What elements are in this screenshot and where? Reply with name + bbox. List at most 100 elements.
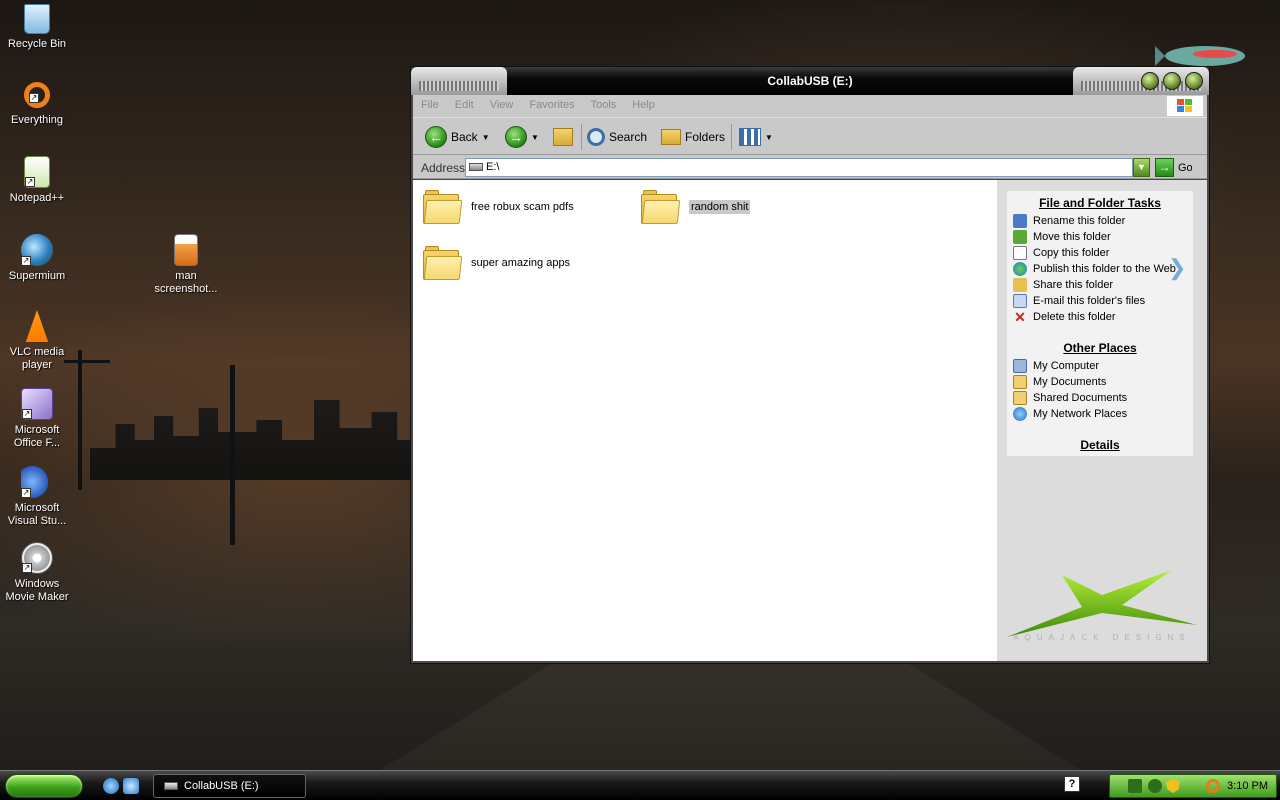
next-arrow-icon: ❯	[1168, 255, 1187, 280]
fish-decoration	[1155, 46, 1245, 66]
title-bar[interactable]: CollabUSB (E:)	[411, 67, 1209, 95]
tray-search-icon[interactable]	[1206, 779, 1220, 793]
details-title[interactable]: Details	[1007, 438, 1193, 452]
tray-shield-icon[interactable]	[1166, 779, 1180, 793]
address-bar: Address E:\ ▼ → Go	[413, 155, 1207, 179]
back-button[interactable]: ← Back ▼	[425, 124, 490, 150]
image-file-icon	[174, 234, 198, 266]
system-tray: 3:10 PM	[1109, 774, 1277, 798]
other-places-title[interactable]: Other Places	[1007, 341, 1193, 355]
forward-dropdown-icon[interactable]: ▼	[531, 133, 539, 142]
address-input[interactable]: E:\	[465, 158, 1133, 177]
task-move-folder[interactable]: Move this folder	[1007, 229, 1193, 245]
forward-arrow-icon: →	[505, 126, 527, 148]
desktop-icon-vlc[interactable]: VLC media player	[0, 310, 74, 372]
folders-button[interactable]: Folders	[661, 124, 725, 150]
task-email-files[interactable]: E-mail this folder's files	[1007, 293, 1193, 309]
start-button[interactable]	[5, 774, 83, 798]
taskbar-clock[interactable]: 3:10 PM	[1227, 780, 1268, 792]
folder-item[interactable]: free robux scam pdfs	[423, 190, 574, 224]
folder-icon	[423, 246, 463, 280]
back-arrow-icon: ←	[425, 126, 447, 148]
back-dropdown-icon[interactable]: ▼	[482, 133, 490, 142]
address-dropdown-button[interactable]: ▼	[1133, 158, 1150, 177]
desktop-icon-man-screenshot[interactable]: man screenshot...	[149, 234, 223, 296]
views-button[interactable]: ▼	[739, 124, 773, 150]
network-places-icon	[1013, 407, 1027, 421]
views-icon	[739, 128, 761, 146]
drive-icon	[469, 163, 483, 171]
taskbar-button-collabusb[interactable]: CollabUSB (E:)	[153, 774, 306, 798]
everything-search-icon: ↗	[24, 82, 50, 108]
go-arrow-icon: →	[1155, 158, 1174, 177]
help-icon[interactable]: ?	[1064, 776, 1080, 792]
office-icon: ↗	[21, 388, 53, 420]
desktop-icon-notepadpp[interactable]: ↗ Notepad++	[0, 156, 74, 205]
toolbar: ← Back ▼ → ▼ Search Folders ▼	[413, 117, 1207, 155]
folder-item-selected[interactable]: random shit	[641, 190, 751, 224]
file-list-pane[interactable]: free robux scam pdfs random shit super a…	[413, 180, 997, 661]
toolbar-separator	[581, 124, 582, 150]
desktop-icon-supermium[interactable]: ↗ Supermium	[0, 234, 74, 283]
drive-icon	[164, 782, 178, 790]
menu-edit[interactable]: Edit	[447, 95, 482, 115]
taskbar: CollabUSB (E:) 3:10 PM	[0, 770, 1280, 800]
rename-icon	[1013, 214, 1027, 228]
forward-button[interactable]: → ▼	[505, 124, 539, 150]
place-network-places[interactable]: My Network Places	[1007, 406, 1193, 422]
notepadpp-icon: ↗	[24, 156, 50, 188]
my-documents-icon	[1013, 375, 1027, 389]
window-title: CollabUSB (E:)	[767, 74, 853, 88]
address-label: Address	[421, 161, 466, 175]
up-folder-button[interactable]	[553, 124, 573, 150]
menu-help[interactable]: Help	[624, 95, 663, 115]
folder-label: super amazing apps	[471, 257, 571, 269]
share-icon	[1013, 278, 1027, 292]
wallpaper-city-silhouette	[90, 400, 410, 480]
publish-web-icon	[1013, 262, 1027, 276]
folder-label: free robux scam pdfs	[471, 201, 574, 213]
email-icon	[1013, 294, 1027, 308]
menu-file[interactable]: File	[413, 95, 447, 115]
folder-item[interactable]: super amazing apps	[423, 246, 570, 280]
watermark-text: AQUAJACK DESIGNS	[1013, 633, 1191, 642]
task-publish-web[interactable]: Publish this folder to the Web	[1007, 261, 1193, 277]
menu-view[interactable]: View	[482, 95, 522, 115]
menu-bar: File Edit View Favorites Tools Help	[413, 95, 1207, 117]
task-delete-folder[interactable]: ✕ Delete this folder	[1007, 309, 1193, 325]
place-my-computer[interactable]: My Computer	[1007, 358, 1193, 374]
folder-icon	[641, 190, 681, 224]
place-my-documents[interactable]: My Documents	[1007, 374, 1193, 390]
place-shared-documents[interactable]: Shared Documents	[1007, 390, 1193, 406]
task-share-folder[interactable]: Share this folder	[1007, 277, 1193, 293]
tray-volume-icon[interactable]	[1148, 779, 1162, 793]
up-folder-icon	[553, 128, 573, 146]
desktop-icon-office[interactable]: ↗ Microsoft Office F...	[0, 388, 74, 450]
menu-tools[interactable]: Tools	[583, 95, 625, 115]
task-rename-folder[interactable]: Rename this folder	[1007, 213, 1193, 229]
explorer-window: CollabUSB (E:) File Edit View Favorites Tool…	[410, 66, 1210, 664]
file-folder-tasks-title[interactable]: File and Folder Tasks	[1007, 196, 1193, 210]
desktop-icon-movie-maker[interactable]: ↗ Windows Movie Maker	[0, 542, 74, 604]
task-copy-folder[interactable]: Copy this folder	[1007, 245, 1193, 261]
toolbar-separator	[731, 124, 732, 150]
vlc-cone-icon	[25, 310, 49, 342]
search-button[interactable]: Search	[587, 124, 647, 150]
wallpaper-pole	[230, 365, 235, 545]
my-computer-icon	[1013, 359, 1027, 373]
quick-launch-icon[interactable]	[123, 778, 139, 794]
delete-icon: ✕	[1014, 309, 1026, 325]
menu-favorites[interactable]: Favorites	[521, 95, 582, 115]
tray-network-icon[interactable]	[1128, 779, 1142, 793]
desktop-icon-recycle-bin[interactable]: Recycle Bin	[0, 4, 74, 51]
go-button[interactable]: → Go	[1155, 158, 1193, 177]
desktop-icon-visual-studio[interactable]: ↗ Microsoft Visual Stu...	[0, 466, 74, 528]
visual-studio-icon: ↗	[21, 466, 53, 498]
internet-explorer-icon[interactable]	[103, 778, 119, 794]
supermium-browser-icon: ↗	[21, 234, 53, 266]
folder-icon	[423, 190, 463, 224]
tasks-box: File and Folder Tasks Rename this folder…	[1007, 191, 1193, 456]
folder-label: random shit	[689, 200, 751, 214]
desktop-icon-everything[interactable]: ↗ Everything	[0, 80, 74, 127]
move-icon	[1013, 230, 1027, 244]
